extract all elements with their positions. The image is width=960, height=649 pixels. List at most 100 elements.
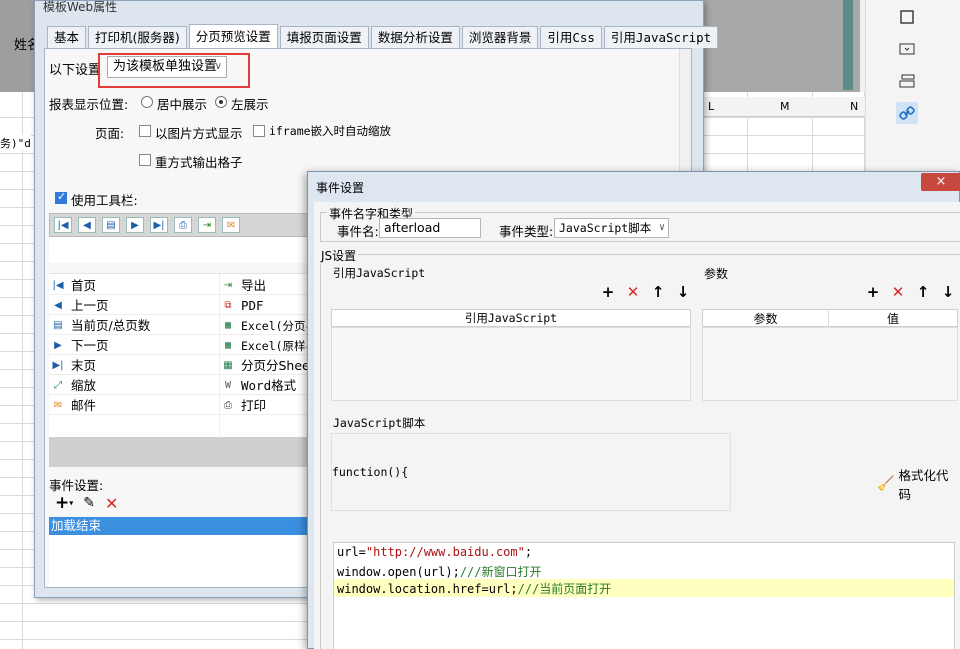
event-settings-body: 事件名字和类型 事件名: afterload 事件类型: JavaScript脚… xyxy=(314,202,960,649)
event-type-label: 事件类型: xyxy=(499,224,554,239)
tab-browser-background[interactable]: 浏览器背景 xyxy=(461,26,539,48)
print-icon[interactable]: ⎙ xyxy=(174,217,192,233)
image-display-checkbox[interactable] xyxy=(139,125,151,137)
setting-scope-select[interactable]: 为该模板单独设置 ∨ xyxy=(107,56,227,78)
image-display-label[interactable]: 以图片方式显示 xyxy=(155,123,243,142)
setting-scope-label: 以下设置 xyxy=(49,63,102,78)
event-settings-dialog: 事件设置 × 事件名字和类型 事件名: afterload 事件类型: Java… xyxy=(307,171,960,649)
tab-data-analysis[interactable]: 数据分析设置 xyxy=(370,26,460,48)
excel-icon: ▦ xyxy=(223,360,233,371)
chevron-down-icon: ∨ xyxy=(658,222,665,233)
prev-page-icon[interactable]: ◀ xyxy=(78,217,96,233)
repeat-cells-label[interactable]: 重方式输出格子 xyxy=(155,152,243,171)
radio-center-label[interactable]: 居中展示 xyxy=(157,94,207,113)
hyperlink-icon[interactable] xyxy=(896,102,918,124)
toolbar-button-page-count[interactable]: ▤ 当前页/总页数 xyxy=(51,316,150,336)
event-name-field[interactable]: afterload xyxy=(379,218,481,238)
delete-event-icon[interactable]: ✕ xyxy=(105,494,118,513)
params-column-name[interactable]: 参数 xyxy=(703,309,829,327)
params-column-value[interactable]: 值 xyxy=(829,310,957,327)
move-down-icon[interactable]: ↓ xyxy=(674,283,692,301)
radio-left-label[interactable]: 左展示 xyxy=(231,94,269,113)
first-page-icon[interactable]: |◀ xyxy=(54,217,72,233)
tab-fill-page[interactable]: 填报页面设置 xyxy=(279,26,369,48)
radio-center[interactable] xyxy=(141,96,153,108)
widget-dropdown-icon[interactable] xyxy=(896,38,918,60)
toolbar-button-print[interactable]: ⎙ 打印 xyxy=(221,396,266,416)
column-header-row: L M N xyxy=(700,97,865,117)
prev-page-icon: ◀ xyxy=(54,300,62,311)
js-settings-legend: JS设置 xyxy=(319,247,359,264)
repeat-cells-checkbox[interactable] xyxy=(139,154,151,166)
mail-icon: ✉ xyxy=(53,400,63,411)
tab-printer[interactable]: 打印机(服务器) xyxy=(88,26,187,48)
mail-icon[interactable]: ✉ xyxy=(222,217,240,233)
delete-icon[interactable]: ✕ xyxy=(889,283,907,301)
page-count-icon[interactable]: ▤ xyxy=(102,217,120,233)
toolbar-button-excel-paged[interactable]: ▦ Excel(分页导 xyxy=(221,316,317,336)
toolbar-button-export[interactable]: ⇥ 导出 xyxy=(221,276,266,296)
toolbar-button-next-page[interactable]: ▶ 下一页 xyxy=(51,336,108,356)
column-header-l[interactable]: L xyxy=(708,100,714,113)
iframe-autoscale-checkbox[interactable] xyxy=(253,125,265,137)
tab-import-css[interactable]: 引用Css xyxy=(540,26,602,48)
toolbar-button-prev-page[interactable]: ◀ 上一页 xyxy=(51,296,108,316)
toolbar-button-last-page[interactable]: ▶| 末页 xyxy=(51,356,96,376)
ref-js-table[interactable] xyxy=(331,327,691,401)
format-code-button[interactable]: 🧹 格式化代码 xyxy=(877,465,960,503)
cell-border-icon[interactable] xyxy=(896,6,918,28)
word-icon: W xyxy=(224,380,232,391)
report-position-label: 报表显示位置: xyxy=(49,97,129,112)
toolbar-button-zoom[interactable]: ⤢ 缩放 xyxy=(51,376,96,396)
event-toolbar: +▾ ✎ ✕ xyxy=(55,493,118,513)
next-page-icon[interactable]: ▶ xyxy=(126,217,144,233)
next-page-icon: ▶ xyxy=(54,340,62,351)
event-type-value: JavaScript脚本 xyxy=(559,221,652,235)
last-page-icon: ▶| xyxy=(52,360,64,371)
dialog-title: 模板Web属性 xyxy=(43,0,118,14)
use-toolbar-label[interactable]: 使用工具栏: xyxy=(71,190,138,209)
pdf-icon: ⧉ xyxy=(224,300,232,311)
last-page-icon[interactable]: ▶| xyxy=(150,217,168,233)
add-event-icon[interactable]: +▾ xyxy=(55,493,73,513)
move-up-icon[interactable]: ↑ xyxy=(649,283,667,301)
setting-scope-value: 为该模板单独设置 xyxy=(113,59,218,74)
function-header: function(){ xyxy=(332,465,409,479)
ref-js-toolbar: + ✕ ↑ ↓ xyxy=(599,283,692,301)
tab-page-preview[interactable]: 分页预览设置 xyxy=(188,24,278,48)
column-header-n[interactable]: N xyxy=(850,100,858,113)
toolbar-button-excel-original[interactable]: ▦ Excel(原样导 xyxy=(221,336,317,356)
code-line-3: window.location.href=url;///当前页面打开 xyxy=(337,582,612,596)
edit-event-icon[interactable]: ✎ xyxy=(83,495,95,511)
add-icon[interactable]: + xyxy=(599,283,617,301)
use-toolbar-checkbox[interactable] xyxy=(55,190,67,204)
move-down-icon[interactable]: ↓ xyxy=(939,283,957,301)
ref-js-column-header[interactable]: 引用JavaScript xyxy=(331,309,691,327)
params-label: 参数 xyxy=(704,267,729,281)
layout-icon[interactable] xyxy=(896,70,918,92)
params-table[interactable] xyxy=(702,327,958,401)
event-name-type-group: 事件名字和类型 事件名: afterload 事件类型: JavaScript脚… xyxy=(320,205,960,242)
event-name-label: 事件名: xyxy=(337,224,379,239)
params-toolbar: + ✕ ↑ ↓ xyxy=(864,283,957,301)
export-icon[interactable]: ⇥ xyxy=(198,217,216,233)
toolbar-button-pdf[interactable]: ⧉ PDF xyxy=(221,296,263,316)
cell-content: 务)"d xyxy=(0,135,31,151)
toolbar-button-mail[interactable]: ✉ 邮件 xyxy=(51,396,96,416)
move-up-icon[interactable]: ↑ xyxy=(914,283,932,301)
radio-left[interactable] xyxy=(215,96,227,108)
add-icon[interactable]: + xyxy=(864,283,882,301)
tab-import-javascript[interactable]: 引用JavaScript xyxy=(603,26,719,48)
javascript-code-editor[interactable]: url="http://www.baidu.com"; window.open(… xyxy=(333,542,955,649)
iframe-autoscale-label[interactable]: iframe嵌入时自动缩放 xyxy=(269,123,391,139)
toolbar-button-sheet[interactable]: ▦ 分页分Sheet xyxy=(221,356,314,376)
toolbar-button-first-page[interactable]: |◀ 首页 xyxy=(51,276,96,296)
toolbar-button-word[interactable]: W Word格式 xyxy=(221,376,296,396)
export-icon: ⇥ xyxy=(223,280,233,291)
broom-icon: 🧹 xyxy=(877,476,895,492)
delete-icon[interactable]: ✕ xyxy=(624,283,642,301)
tab-basic[interactable]: 基本 xyxy=(47,26,87,48)
close-button[interactable]: × xyxy=(921,173,960,191)
event-type-select[interactable]: JavaScript脚本 ∨ xyxy=(554,218,669,238)
column-header-m[interactable]: M xyxy=(780,100,790,113)
